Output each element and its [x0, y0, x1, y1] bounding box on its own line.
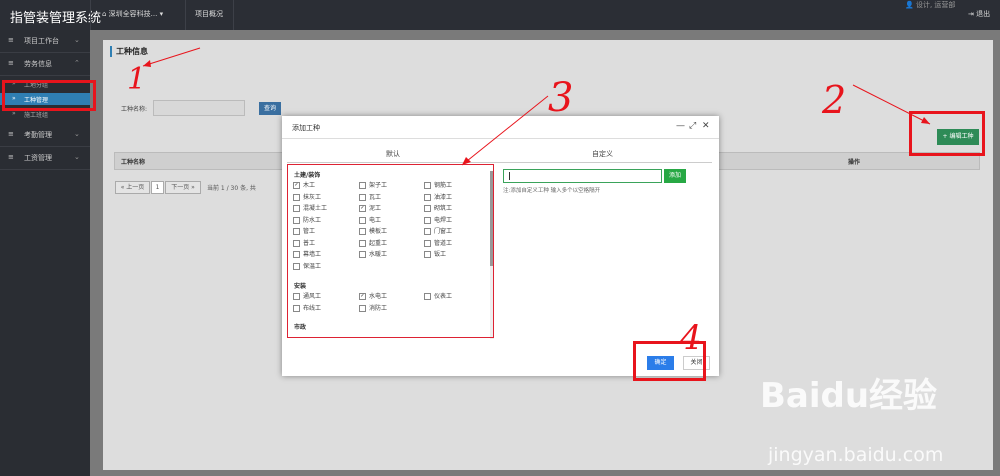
watermark-url: jingyan.baidu.com	[768, 444, 944, 466]
annotation-arrow-3	[461, 95, 549, 166]
annotation-arrow-1	[142, 47, 201, 67]
baidu-watermark: Baidu经验 jingyan.baidu.com	[760, 368, 1000, 476]
annotation-arrowhead-2	[921, 117, 930, 124]
annotation-arrow-2	[852, 84, 931, 125]
annotation-number-3: 3	[548, 75, 574, 121]
annotation-number-4: 4	[680, 318, 702, 358]
annotation-number-1: 1	[127, 62, 147, 97]
annotation-arrowhead-3	[462, 157, 471, 165]
annotation-number-2: 2	[822, 78, 847, 122]
watermark-brand: Baidu经验	[760, 376, 938, 416]
